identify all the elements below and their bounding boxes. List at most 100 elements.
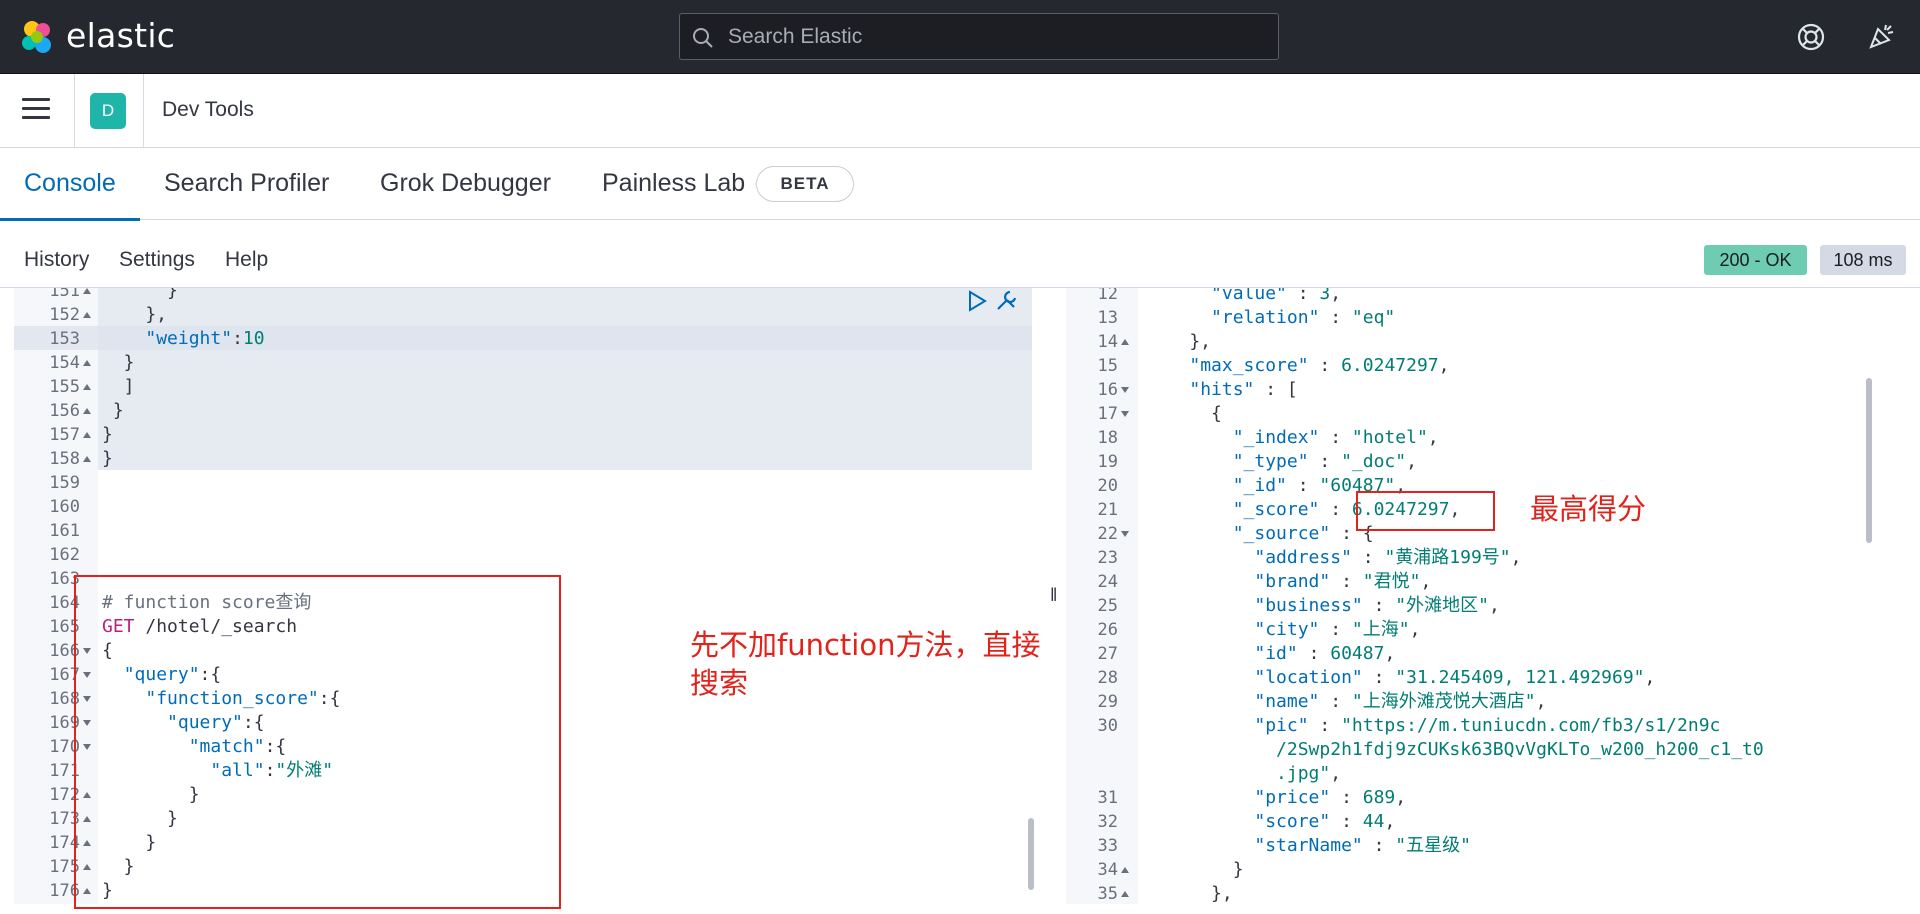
- line-number: 28: [1097, 668, 1118, 688]
- code-token: :: [1319, 619, 1352, 640]
- code-token: 689: [1362, 787, 1396, 808]
- fold-up-icon[interactable]: [1121, 891, 1129, 897]
- menu-help[interactable]: Help: [225, 248, 268, 272]
- play-icon[interactable]: [966, 290, 988, 312]
- code-token: }: [102, 424, 113, 445]
- fold-up-icon[interactable]: [1121, 339, 1129, 345]
- code-token: "_score": [1232, 499, 1320, 520]
- code-token: 10: [242, 328, 265, 349]
- code-token: :: [1351, 547, 1385, 568]
- fold-up-icon[interactable]: [83, 408, 91, 414]
- code-token: "relation": [1211, 307, 1320, 328]
- fold-up-icon[interactable]: [83, 456, 91, 462]
- tab-grok-debugger[interactable]: Grok Debugger: [380, 148, 551, 220]
- newsfeed-icon[interactable]: [1866, 20, 1898, 52]
- code-token: :: [1319, 427, 1352, 448]
- code-token: :: [1362, 667, 1396, 688]
- code-token: :: [1362, 595, 1396, 616]
- code-token: "上海": [1351, 619, 1410, 640]
- global-search[interactable]: [679, 13, 1279, 60]
- code-token: "黄浦路199号": [1384, 547, 1511, 568]
- tab-painless-lab[interactable]: Painless Lab: [602, 148, 745, 220]
- code-text: ]: [102, 375, 135, 399]
- code-token: },: [1146, 331, 1212, 352]
- fold-up-icon[interactable]: [83, 360, 91, 366]
- line-number: 16: [1097, 380, 1118, 400]
- line-number: 153: [49, 329, 80, 349]
- fold-up-icon[interactable]: [83, 384, 91, 390]
- tab-console[interactable]: Console: [0, 148, 140, 221]
- fold-up-icon[interactable]: [83, 312, 91, 318]
- tab-search-profiler[interactable]: Search Profiler: [164, 148, 329, 220]
- code-text: "relation" : "eq": [1146, 306, 1395, 330]
- fold-up-icon[interactable]: [1121, 867, 1129, 873]
- code-token: ,: [1644, 667, 1656, 688]
- code-token: "name": [1254, 691, 1320, 712]
- scrollbar[interactable]: [1028, 818, 1034, 890]
- resizer-handle-icon[interactable]: ‖: [1050, 585, 1057, 606]
- line-number: 31: [1097, 788, 1118, 808]
- response-viewer[interactable]: 12 "value" : 3, 13 "relation" : "eq" 14 },…: [1066, 288, 1886, 904]
- line-number: 14: [1097, 332, 1118, 352]
- line-number: 35: [1097, 884, 1118, 904]
- fold-up-icon[interactable]: [83, 432, 91, 438]
- code-text: "hits" : [: [1146, 378, 1297, 402]
- elastic-logo-icon[interactable]: [18, 18, 56, 56]
- fold-down-icon[interactable]: [1121, 387, 1129, 393]
- line-number: 169: [49, 713, 80, 733]
- code-token: ,: [1420, 571, 1432, 592]
- space-avatar[interactable]: D: [90, 93, 126, 129]
- code-token: }: [102, 448, 113, 469]
- code-token: ,: [1488, 595, 1500, 616]
- code-token: }: [102, 400, 124, 421]
- line-number: 170: [49, 737, 80, 757]
- scrollbar[interactable]: [1866, 378, 1872, 543]
- line-number: 175: [49, 857, 80, 877]
- code-token: "君悦": [1362, 571, 1421, 592]
- annotation-note: 最高得分: [1530, 492, 1647, 526]
- code-token: "31.245409, 121.492969": [1395, 667, 1645, 688]
- menu-history[interactable]: History: [24, 248, 89, 272]
- response-time-badge: 108 ms: [1820, 245, 1906, 275]
- code-token: :: [1319, 499, 1352, 520]
- code-token: ,: [1438, 355, 1450, 376]
- line-number: 17: [1097, 404, 1118, 424]
- line-number: 160: [49, 497, 80, 517]
- code-text: "city" : "上海",: [1146, 618, 1420, 642]
- code-token: "starName": [1254, 835, 1363, 856]
- line-number: 21: [1097, 500, 1118, 520]
- code-token: "https://m.tuniucdn.com/fb3/s1/2n9c: [1341, 715, 1721, 736]
- code-token: ,: [1535, 691, 1547, 712]
- line-number: 176: [49, 881, 80, 901]
- line-number: 173: [49, 809, 80, 829]
- code-token: "location": [1254, 667, 1363, 688]
- line-number: 33: [1097, 836, 1118, 856]
- code-token: "price": [1254, 787, 1331, 808]
- code-token: :: [1297, 643, 1331, 664]
- brand-name[interactable]: elastic: [66, 16, 175, 55]
- help-icon[interactable]: [1796, 22, 1826, 52]
- code-token: :: [1319, 307, 1352, 328]
- wrench-icon[interactable]: [993, 288, 1019, 314]
- code-text: "location" : "31.245409, 121.492969",: [1146, 666, 1655, 690]
- beta-badge: BETA: [756, 166, 854, 202]
- menu-toggle-icon[interactable]: [22, 98, 50, 122]
- divider: [74, 74, 75, 148]
- code-token: "外滩地区": [1395, 595, 1489, 616]
- code-token: "max_score": [1189, 355, 1309, 376]
- line-number: 167: [49, 665, 80, 685]
- code-token: 3: [1319, 288, 1331, 304]
- fold-up-icon[interactable]: [83, 288, 91, 294]
- code-text: "address" : "黄浦路199号",: [1146, 546, 1521, 570]
- fold-down-icon[interactable]: [1121, 411, 1129, 417]
- menu-settings[interactable]: Settings: [119, 248, 195, 272]
- search-input[interactable]: [726, 14, 1266, 59]
- fold-down-icon[interactable]: [1121, 531, 1129, 537]
- code-token: "_source": [1232, 523, 1331, 544]
